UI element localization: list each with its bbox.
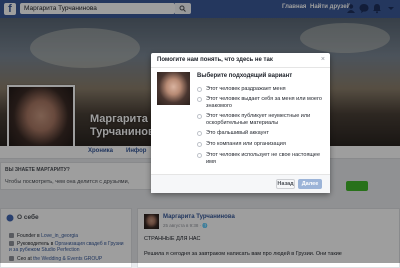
dialog-prompt: Выберите подходящий вариант	[197, 73, 293, 79]
radio-button[interactable]	[197, 96, 202, 102]
report-option-label: Этот человек публикует неуместные или ос…	[206, 113, 311, 126]
report-option-label: Этот человек выдает себя за меня или мое…	[206, 96, 322, 109]
radio-button[interactable]	[197, 86, 202, 92]
close-icon[interactable]: ×	[321, 56, 325, 63]
report-option-label: Это фальшивый аккаунт	[206, 130, 269, 136]
next-button[interactable]: Далее	[298, 179, 322, 189]
report-option-label: Это компания или организация	[206, 141, 286, 147]
report-dialog: Помогите нам понять, что здесь не так × …	[151, 53, 330, 193]
radio-button[interactable]	[197, 113, 202, 119]
radio-button[interactable]	[197, 141, 202, 147]
report-option-label: Этот человек использует не свое настояще…	[206, 152, 321, 165]
dialog-profile-avatar	[157, 72, 190, 105]
dialog-footer: Назад Далее	[151, 174, 330, 193]
radio-button[interactable]	[197, 152, 202, 158]
dialog-header: Помогите нам понять, что здесь не так ×	[151, 53, 330, 68]
report-option-label: Этот человек раздражает меня	[206, 86, 286, 92]
dialog-title: Помогите нам понять, что здесь не так	[157, 57, 273, 63]
back-button[interactable]: Назад	[276, 179, 295, 189]
radio-button[interactable]	[197, 130, 202, 136]
